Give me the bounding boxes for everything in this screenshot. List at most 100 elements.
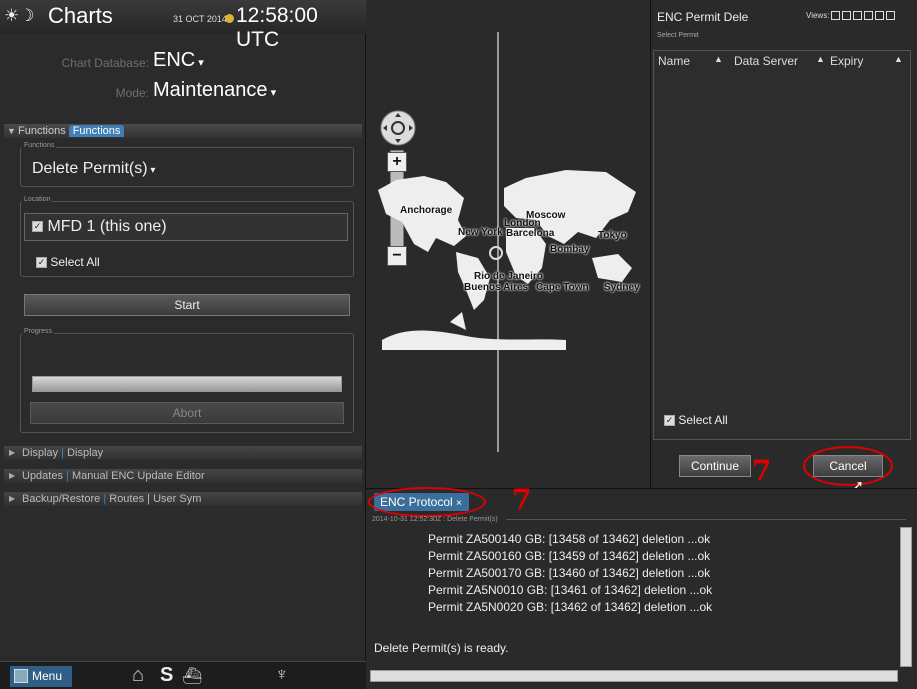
mode-value: Maintenance (153, 79, 268, 101)
progress-bar (32, 376, 342, 392)
functions-group-label: Functions (22, 142, 57, 149)
column-expiry[interactable]: Expiry (830, 54, 863, 68)
log-line: Permit ZA500140 GB: [13458 of 13462] del… (428, 532, 711, 546)
ship-position-icon (489, 246, 503, 260)
protocol-highlight-ring (368, 487, 486, 517)
home-icon[interactable]: ⌂ (132, 664, 144, 687)
progress-group-label: Progress (22, 328, 55, 335)
map-label-rio: Rio de Janeiro (474, 271, 543, 282)
map-label-new-york: New York (458, 227, 503, 238)
left-panel: ☀︎☽ Charts 31 OCT 2014 12:58:00 UTC Char… (0, 0, 366, 689)
view-vsplit-icon[interactable] (853, 11, 863, 21)
backup-label: Backup/Restore (22, 493, 101, 505)
vertical-scrollbar[interactable] (900, 527, 912, 667)
sort-up-icon[interactable]: ▲ (894, 54, 903, 64)
chart-database-dropdown[interactable]: ENC ▾ (153, 49, 204, 72)
world-map-panel[interactable]: + − Anchorage New York London Moscow Bar… (366, 0, 650, 488)
protocol-status: Delete Permit(s) is ready. (374, 641, 509, 655)
title-bar: ☀︎☽ Charts 31 OCT 2014 12:58:00 UTC (0, 0, 366, 51)
step-annotation-number: 7 (512, 483, 532, 516)
view-quad-icon[interactable] (864, 11, 874, 21)
app-window: ☀︎☽ Charts 31 OCT 2014 12:58:00 UTC Char… (0, 0, 917, 689)
sort-up-icon[interactable]: ▲ (714, 54, 723, 64)
view-grid-icon[interactable] (886, 11, 896, 21)
view-single-icon[interactable] (831, 11, 841, 21)
permit-select-all-label: Select All (678, 413, 728, 427)
permit-select-all[interactable]: ✓ Select All (664, 413, 728, 427)
view-hsplit-icon[interactable] (842, 11, 852, 21)
permit-list[interactable]: Name ▲ Data Server ▲ Expiry ▲ ✓ Select A… (653, 50, 911, 440)
permit-panel-title: ENC Permit Dele (657, 10, 749, 24)
date-label: 31 OCT 2014 (173, 14, 227, 24)
start-button[interactable]: Start (24, 294, 350, 316)
mode-label: Mode: (115, 86, 149, 100)
protocol-timestamp: 2014-10-31 12:52:30Z : Delete Permit(s) (372, 516, 498, 523)
location-select-all[interactable]: ✓ Select All (36, 255, 100, 269)
chevron-down-icon: ▾ (147, 165, 156, 176)
log-line: Permit ZA5N0020 GB: [13462 of 13462] del… (428, 600, 713, 614)
updates-section-header[interactable]: ▶ Updates | Manual ENC Update Editor (4, 469, 362, 483)
sort-up-icon[interactable]: ▲ (816, 54, 825, 64)
day-night-icon[interactable]: ☀︎☽ (4, 6, 34, 26)
horizontal-scrollbar[interactable] (370, 670, 898, 682)
checkbox-checked-icon: ✓ (664, 415, 675, 427)
status-dot-icon (225, 14, 234, 23)
footer-bar: Menu ⌂ S ⛴ ♆ (0, 661, 366, 689)
chart-database-label: Chart Database: (61, 56, 149, 70)
updates-tag: Manual ENC Update Editor (71, 470, 205, 482)
continue-button[interactable]: Continue (679, 455, 751, 477)
map-label-anchorage: Anchorage (400, 205, 453, 216)
function-dropdown[interactable]: Delete Permit(s) ▾ (32, 160, 155, 178)
backup-section-header[interactable]: ▶ Backup/Restore | Routes | User Sym (4, 492, 362, 506)
menu-label: Menu (32, 669, 63, 683)
log-line: Permit ZA500160 GB: [13459 of 13462] del… (428, 549, 711, 563)
chart-database-value: ENC (153, 49, 196, 71)
location-group-label: Location (22, 196, 53, 203)
functions-header-label: Functions (18, 125, 66, 137)
mode-dropdown[interactable]: Maintenance ▾ (153, 79, 276, 102)
collapsed-triangle-icon: ▶ (9, 494, 16, 503)
map-label-moscow: Moscow (526, 210, 566, 221)
map-label-barcelona: Barcelona (506, 228, 555, 239)
protocol-log: Permit ZA500140 GB: [13458 of 13462] del… (428, 531, 712, 616)
map-label-buenos-aires: Buenos Aires (464, 282, 529, 293)
permit-list-header: Name ▲ Data Server ▲ Expiry ▲ (654, 51, 910, 69)
chevron-down-icon: ▾ (267, 87, 277, 99)
views-label: Views: (806, 11, 830, 20)
clock: 12:58:00 UTC (236, 4, 318, 51)
log-line: Permit ZA500170 GB: [13460 of 13462] del… (428, 566, 711, 580)
world-map-continents (378, 170, 636, 350)
backup-tag: Routes | User Sym (109, 493, 202, 505)
display-section-header[interactable]: ▶ Display | Display (4, 446, 362, 460)
display-tag: Display (67, 447, 104, 459)
map-label-tokyo: Tokyo (598, 230, 627, 241)
view-triple-icon[interactable] (875, 11, 885, 21)
map-label-sydney: Sydney (604, 282, 640, 293)
expand-triangle-icon: ▼ (7, 126, 16, 136)
ship-icon[interactable]: ⛴ (182, 666, 202, 686)
radar-icon[interactable]: ♆ (275, 664, 289, 685)
cancel-highlight-ring (803, 446, 893, 486)
map-label-cape-town: Cape Town (536, 282, 589, 293)
map-label-bombay: Bombay (550, 244, 590, 255)
column-name[interactable]: Name (658, 54, 690, 68)
column-data-server[interactable]: Data Server (734, 54, 798, 68)
collapsed-triangle-icon: ▶ (9, 448, 16, 457)
location-value: MFD 1 (this one) (47, 218, 167, 235)
location-item[interactable]: ✓ MFD 1 (this one) (32, 218, 167, 236)
views-selector[interactable]: Views: (806, 11, 896, 21)
log-line: Permit ZA5N0010 GB: [13461 of 13462] del… (428, 583, 713, 597)
s-icon[interactable]: S (160, 664, 173, 687)
checkbox-checked-icon: ✓ (32, 221, 43, 233)
step-annotation-number: 7 (752, 454, 772, 487)
location-select-all-label: Select All (50, 255, 100, 269)
functions-header-tag: Functions (68, 125, 125, 137)
divider (506, 519, 906, 520)
updates-label: Updates (22, 470, 63, 482)
functions-section-header[interactable]: ▼ Functions Functions (4, 124, 362, 138)
display-label: Display (22, 447, 59, 459)
function-selected: Delete Permit(s) (32, 160, 148, 177)
menu-button[interactable]: Menu (10, 666, 72, 687)
abort-button[interactable]: Abort (30, 402, 344, 424)
app-title: Charts (48, 3, 113, 28)
